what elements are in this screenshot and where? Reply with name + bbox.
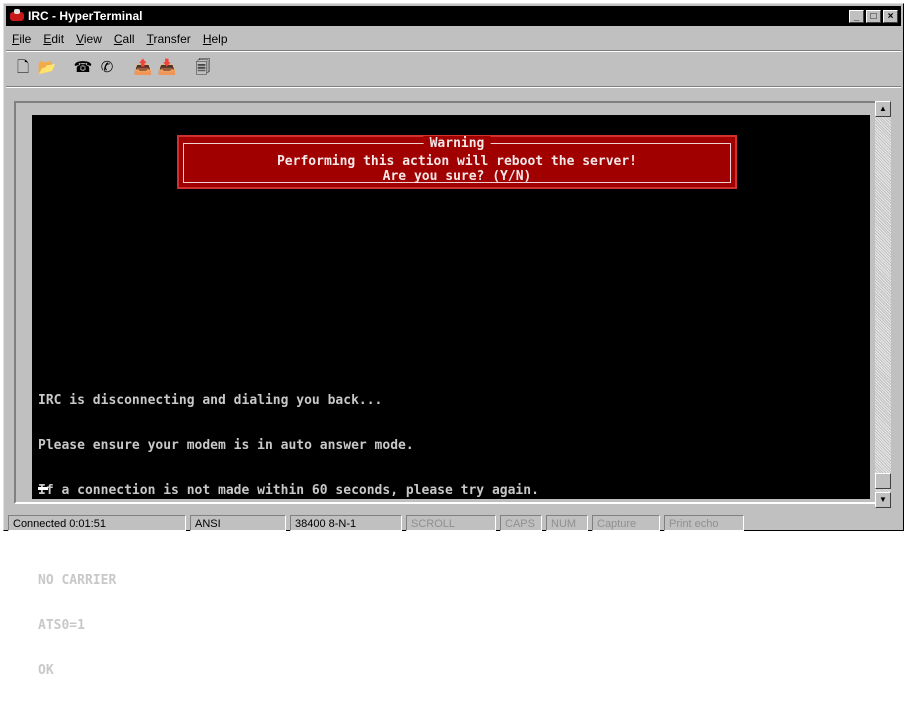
toolbar-divider: [6, 50, 901, 52]
terminal-output: IRC is disconnecting and dialing you bac…: [38, 363, 539, 708]
close-button[interactable]: ×: [883, 9, 898, 23]
open-icon[interactable]: 📂: [36, 57, 58, 79]
scroll-down-button[interactable]: ▼: [875, 492, 891, 508]
properties-icon[interactable]: 🗐: [192, 57, 214, 79]
receive-icon[interactable]: 📥: [156, 57, 178, 79]
menu-call[interactable]: Call: [108, 32, 141, 46]
terminal-frame: Warning Performing this action will rebo…: [14, 101, 890, 678]
menu-transfer[interactable]: Transfer: [141, 32, 197, 46]
status-connected: Connected 0:01:51: [8, 515, 186, 531]
maximize-button[interactable]: □: [866, 9, 881, 23]
scroll-thumb[interactable]: [875, 473, 891, 489]
terminal-line: If a connection is not made within 60 se…: [38, 483, 539, 498]
vertical-scrollbar[interactable]: ▲ ▼: [875, 101, 891, 508]
connect-icon[interactable]: ☎: [72, 57, 94, 79]
new-icon[interactable]: 🗋: [12, 57, 34, 79]
send-icon[interactable]: 📤: [132, 57, 154, 79]
menu-help[interactable]: Help: [197, 32, 234, 46]
minimize-button[interactable]: _: [849, 9, 864, 23]
status-caps: CAPS: [500, 515, 542, 531]
status-bar: Connected 0:01:51 ANSI 38400 8-N-1 SCROL…: [8, 514, 901, 532]
menu-file[interactable]: File: [6, 32, 37, 46]
toolbar-bottom-divider: [6, 86, 901, 88]
warning-title: Warning: [423, 136, 491, 151]
menu-view[interactable]: View: [70, 32, 108, 46]
status-scroll: SCROLL: [406, 515, 496, 531]
menu-edit[interactable]: Edit: [37, 32, 70, 46]
terminal-line: OK: [38, 663, 54, 678]
status-print-echo: Print echo: [664, 515, 744, 531]
warning-prompt: Are you sure? (Y/N): [382, 169, 532, 184]
disconnect-icon[interactable]: ✆: [96, 57, 118, 79]
status-emulation: ANSI: [190, 515, 286, 531]
warning-message: Performing this action will reboot the s…: [276, 154, 638, 169]
warning-dialog: Warning Performing this action will rebo…: [177, 135, 737, 189]
terminal-line: IRC is disconnecting and dialing you bac…: [38, 393, 383, 408]
hyperterminal-window: IRC - HyperTerminal _ □ × File Edit View…: [3, 3, 904, 678]
hyperterminal-icon[interactable]: [10, 9, 24, 23]
window-title: IRC - HyperTerminal: [28, 9, 143, 23]
terminal-line: NO CARRIER: [38, 573, 117, 588]
terminal-line: ATS0=1: [38, 618, 85, 633]
status-num: NUM: [546, 515, 588, 531]
menu-bar: File Edit View Call Transfer Help: [6, 29, 901, 49]
status-settings: 38400 8-N-1: [290, 515, 402, 531]
status-capture: Capture: [592, 515, 660, 531]
terminal-line: Please ensure your modem is in auto answ…: [38, 438, 414, 453]
toolbar: 🗋 📂 ☎ ✆ 📤 📥 🗐: [12, 54, 892, 82]
scroll-up-button[interactable]: ▲: [875, 101, 891, 117]
text-cursor: [38, 487, 48, 490]
terminal-screen[interactable]: Warning Performing this action will rebo…: [32, 115, 870, 678]
title-bar[interactable]: IRC - HyperTerminal _ □ ×: [6, 6, 901, 26]
